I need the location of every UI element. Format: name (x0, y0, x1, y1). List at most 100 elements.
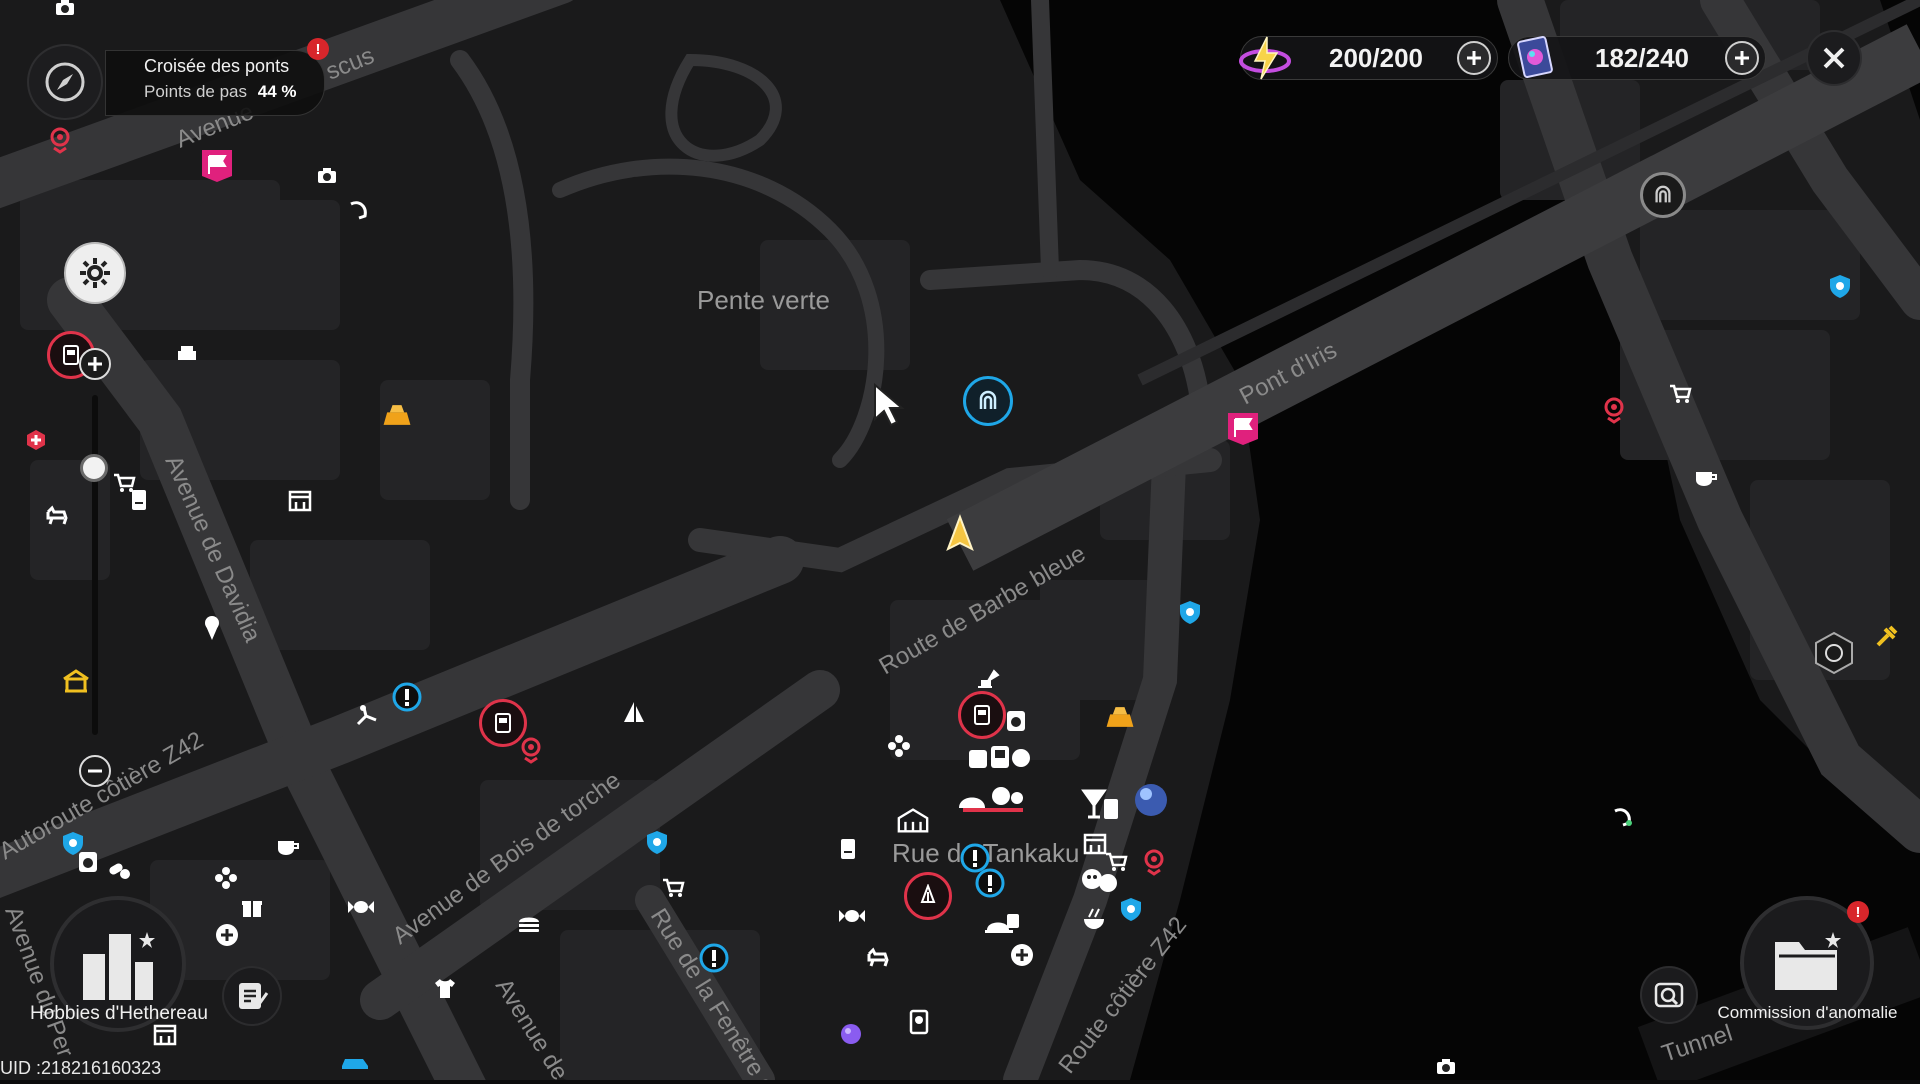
settings-button[interactable] (64, 242, 126, 304)
bear-balloon-icon[interactable] (1080, 863, 1120, 897)
add-tickets-button[interactable] (1725, 41, 1759, 75)
location-name: Croisée des ponts (144, 56, 290, 76)
dog-icon-2[interactable] (861, 940, 895, 974)
book-icon-2[interactable] (831, 832, 865, 866)
notes-button[interactable] (222, 966, 282, 1026)
location-pin-red-icon-4[interactable] (1137, 845, 1171, 879)
gymnastics-icon[interactable] (350, 699, 384, 733)
zoom-in-button[interactable] (79, 348, 111, 380)
exclamation-quest-icon-2[interactable] (697, 941, 731, 975)
tshirt-icon[interactable] (428, 971, 462, 1005)
purple-orb-icon[interactable] (834, 1017, 868, 1051)
photo-booth-icon[interactable] (902, 1005, 936, 1039)
city-buildings-icon (83, 932, 155, 1000)
location-pin-red-icon[interactable] (43, 123, 77, 157)
minus-icon (88, 769, 102, 773)
candy-icon-2[interactable] (835, 899, 869, 933)
gold-hammer-icon[interactable] (1869, 620, 1903, 654)
ice-cream-icon[interactable] (195, 611, 229, 645)
unused-anchor (1617, 800, 1651, 834)
washing-machine-icon-2[interactable] (999, 704, 1033, 738)
compass-button[interactable] (27, 44, 103, 120)
armchair-icon[interactable] (170, 336, 204, 370)
stamina-value: 200/200 (1329, 42, 1423, 73)
cocktail-cluster-icon[interactable] (1078, 783, 1122, 827)
zoom-slider-handle[interactable] (80, 454, 108, 482)
plus-circle-icon[interactable] (210, 918, 244, 952)
shield-quest-icon-4[interactable] (1114, 892, 1148, 926)
gold-bars-icon-2[interactable] (1103, 700, 1137, 734)
location-progress: Points de pas 44 % (144, 82, 297, 102)
shop-front-icon[interactable] (283, 483, 317, 517)
pills-icon[interactable] (102, 853, 136, 887)
zoom-out-button[interactable] (79, 755, 111, 787)
coffee-cup-icon-2[interactable] (1689, 461, 1723, 495)
teleport-portal-icon[interactable] (963, 376, 1013, 426)
medical-cross-icon[interactable] (19, 423, 53, 457)
fishing-icon[interactable] (342, 193, 376, 227)
hobbies-label: Hobbies d'Hethereau (30, 1003, 208, 1024)
rocket-event-icon[interactable] (904, 872, 952, 920)
arcade-cluster-icon[interactable] (965, 740, 1035, 780)
search-map-button[interactable] (1640, 966, 1698, 1024)
plus-icon (1467, 51, 1481, 65)
shopping-cart-icon-2[interactable] (1663, 377, 1697, 411)
uid-text: UID :218216160323 (0, 1058, 162, 1078)
location-panel[interactable]: Croisée des ponts Points de pas 44 % ! (27, 38, 329, 120)
location-pin-red-icon-2[interactable] (514, 733, 548, 767)
shopping-cart-icon-3[interactable] (656, 871, 690, 905)
location-progress-value: 44 % (257, 82, 297, 101)
close-icon (1823, 47, 1845, 69)
notepad-icon (239, 983, 269, 1009)
tickets-counter[interactable]: 182/240 (1508, 36, 1766, 80)
shop-front-icon-3[interactable] (1078, 826, 1112, 860)
plus-circle-icon-2[interactable] (1005, 938, 1039, 972)
folder-icon (1775, 932, 1841, 990)
planet-orb-icon[interactable] (1131, 780, 1171, 820)
exclamation-quest-icon-4[interactable] (958, 841, 992, 875)
noodle-bowl-icon[interactable] (1077, 902, 1111, 936)
shield-quest-icon[interactable] (1173, 595, 1207, 629)
sailboat-icon[interactable] (616, 697, 650, 731)
city-map[interactable]: Pente verte Rue de Tankaku Pont d'Iris R… (0, 0, 1920, 1080)
race-flag-icon[interactable] (1223, 408, 1263, 448)
flower-icon[interactable] (882, 729, 916, 763)
teleport-portal-inactive-icon[interactable] (1640, 172, 1686, 218)
coffee-cup-icon[interactable] (271, 830, 305, 864)
commission-alert-badge-icon: ! (1847, 901, 1869, 923)
gold-bars-icon[interactable] (380, 398, 414, 432)
plus-icon (1735, 51, 1749, 65)
camera-icon[interactable] (48, 0, 82, 25)
stamina-counter[interactable]: 200/200 (1239, 36, 1498, 80)
gold-temple-icon[interactable] (59, 663, 93, 697)
washing-machine-icon[interactable] (71, 845, 105, 879)
compass-icon (45, 62, 85, 102)
gear-icon (80, 258, 110, 288)
camera-icon-3[interactable] (1429, 1050, 1463, 1084)
food-tray-icon[interactable] (983, 910, 1023, 940)
tickets-value: 182/240 (1595, 42, 1689, 73)
gramophone-icon[interactable] (970, 662, 1004, 696)
shield-quest-icon-2[interactable] (1823, 269, 1857, 303)
camera-icon-2[interactable] (310, 159, 344, 193)
add-stamina-button[interactable] (1457, 41, 1491, 75)
candy-icon[interactable] (344, 890, 378, 924)
label-pente-verte: Pente verte (697, 285, 830, 315)
alert-badge-icon: ! (307, 38, 329, 60)
close-button[interactable] (1806, 30, 1862, 86)
shield-quest-icon-3[interactable] (640, 825, 674, 859)
book-icon[interactable] (122, 483, 156, 517)
compass-emblem-icon[interactable] (1811, 630, 1857, 676)
building-icon[interactable] (896, 803, 930, 837)
exclamation-quest-icon[interactable] (390, 680, 424, 714)
race-flag-icon-2[interactable] (197, 145, 237, 185)
lightning-orb-icon (1239, 36, 1291, 80)
blue-car-icon[interactable] (338, 1045, 372, 1079)
zoom-slider-track[interactable] (92, 395, 98, 735)
food-cluster-icon[interactable] (955, 780, 1025, 820)
magnifier-icon (1654, 982, 1684, 1008)
plus-icon (88, 357, 102, 371)
dog-icon[interactable] (40, 498, 74, 532)
burger-icon[interactable] (512, 906, 546, 940)
location-pin-red-icon-3[interactable] (1597, 393, 1631, 427)
